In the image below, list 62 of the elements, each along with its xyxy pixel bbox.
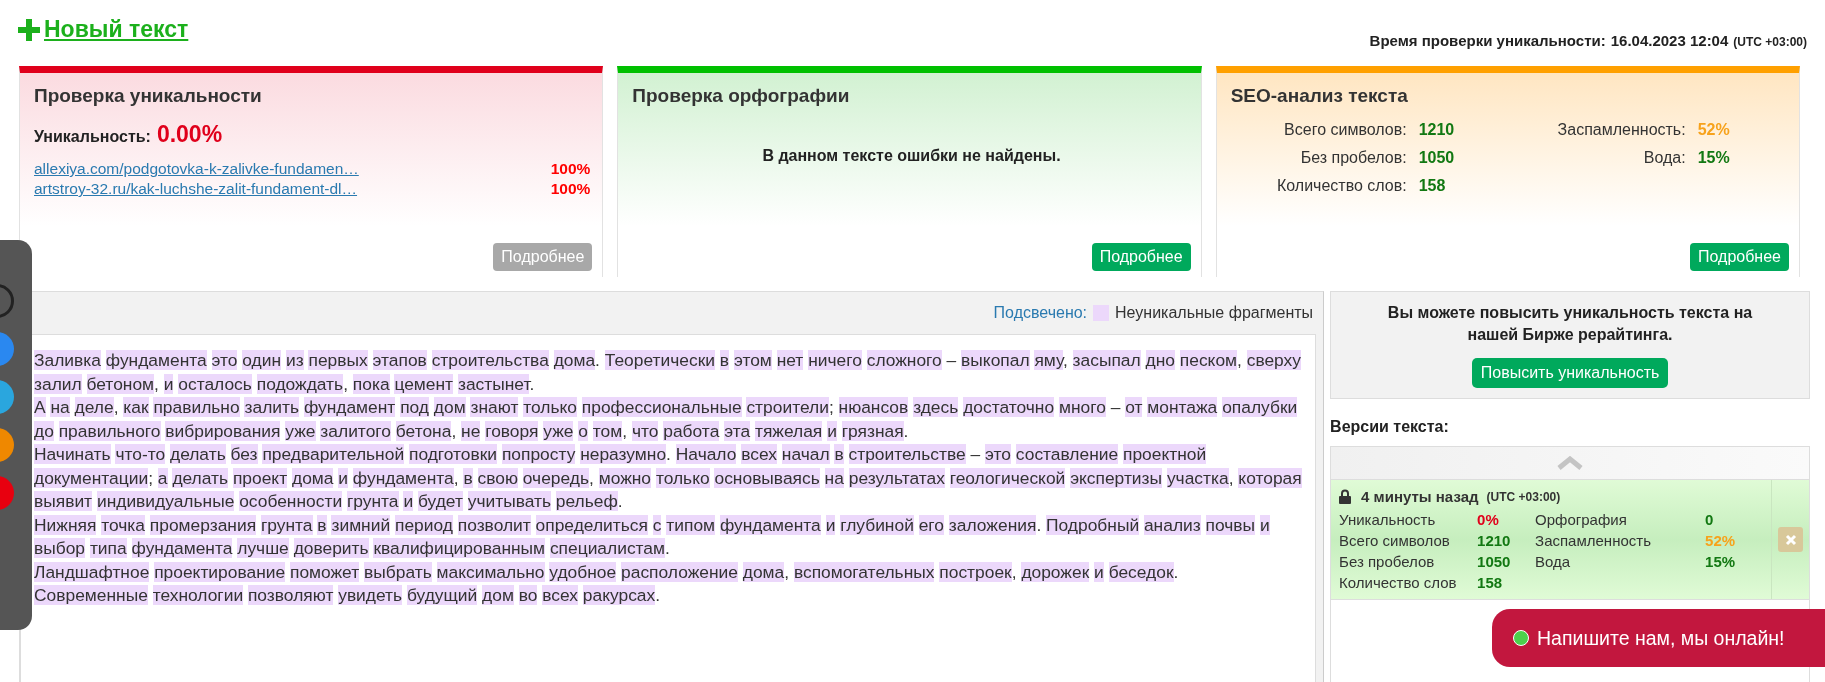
- legend-label: Подсвечено:: [993, 304, 1088, 322]
- text-paragraph: Заливка фундамента это один из первых этапов строительства дома. Теоретически в этом нет ничего сложного – выкопал яму, засыпал дно песком, сверху залил бетоном, и осталось подождать, пока цемент застынет.: [34, 349, 1302, 396]
- stat-label: Уникальность: [1339, 511, 1437, 528]
- timezone-label: (UTC +03:00): [1486, 489, 1561, 504]
- metric-label: Заспамленность:: [1556, 121, 1686, 139]
- stat-value: 15%: [1705, 553, 1737, 570]
- score-value: 0.00%: [156, 121, 223, 148]
- versions-title: Версии текста:: [1330, 418, 1450, 436]
- plus-icon: [18, 18, 40, 41]
- new-text-link[interactable]: Новый текст: [18, 16, 189, 43]
- stat-value: 0: [1705, 511, 1715, 528]
- delete-button[interactable]: [1778, 527, 1803, 552]
- scroll-up-button[interactable]: [1331, 447, 1809, 480]
- stat-value: 0%: [1477, 511, 1500, 528]
- metric-value: 1210: [1418, 121, 1456, 139]
- promo-text: Вы можете повысить уникальность текста на нашей Бирже рерайтинга.: [1386, 303, 1754, 345]
- source-link[interactable]: allexiya.com/podgotovka-k-zalivke-fundamen…: [34, 160, 359, 178]
- source-link[interactable]: artstroy-32.ru/kak-luchshe-zalit-fundament-dl…: [34, 180, 358, 198]
- stat-value: 1050: [1477, 553, 1512, 570]
- card-title: Проверка орфографии: [632, 85, 850, 107]
- lock-icon: [1339, 489, 1352, 504]
- metric-value: 15%: [1697, 149, 1731, 167]
- legend-text: Неуникальные фрагменты: [1115, 304, 1314, 322]
- stat-value: 1210: [1477, 532, 1512, 549]
- details-button[interactable]: Подробнее: [1690, 243, 1789, 271]
- stat-label: Количество слов: [1339, 574, 1458, 591]
- score-label: Уникальность:: [34, 128, 151, 146]
- chat-button[interactable]: Напишите нам, мы онлайн!: [1492, 609, 1825, 667]
- metric-value: 52%: [1697, 121, 1731, 139]
- text-paragraph: Современные технологии позволяют увидеть будущий дом во всех ракурсах.: [34, 584, 662, 607]
- stat-value: 158: [1477, 574, 1504, 591]
- stat-label: Орфография: [1535, 511, 1628, 528]
- metric-label: Всего символов:: [1283, 121, 1407, 139]
- chevron-up-icon: [1557, 456, 1584, 470]
- spelling-message: В данном тексте ошибки не найдены.: [761, 147, 1062, 165]
- version-time: 4 минуты назад: [1361, 488, 1479, 505]
- text-paragraph: Ландшафтное проектирование поможет выбрать максимально удобное расположение дома, вспомогательных построек, дорожек и беседок.: [34, 560, 1180, 584]
- text-paragraph: Нижняя точка промерзания грунта в зимний период позволит определиться с типом фундамента и глубиной его заложения. Подробный анализ почвы и выбор типа фундамента лучше доверить квалифицированным специалистам.: [34, 513, 1271, 560]
- raise-uniqueness-button[interactable]: Повысить уникальность: [1471, 358, 1669, 388]
- metric-label: Без пробелов:: [1299, 149, 1407, 167]
- highlight-swatch: [1093, 305, 1110, 321]
- metric-value: 158: [1418, 177, 1447, 195]
- text-paragraph: А на деле, как правильно залить фундамент под дом знают только профессиональные строители; нюансов здесь достаточно много – от монтажа опалубки до правильного вибрирования уже залитого бетона, не говоря уже о том, что работа эта тяжелая и грязная.: [34, 396, 1299, 443]
- stat-label: Всего символов: [1339, 532, 1451, 549]
- stat-label: Без пробелов: [1339, 553, 1436, 570]
- stat-value: 52%: [1705, 532, 1737, 549]
- stat-label: Заспамленность: [1535, 532, 1652, 549]
- timezone-label: (UTC +03:00): [1733, 35, 1807, 49]
- card-title: Проверка уникальности: [34, 85, 262, 107]
- card-title: SEO-анализ текста: [1230, 85, 1408, 107]
- match-percent: 100%: [550, 160, 591, 178]
- check-time-label: Время проверки уникальности:: [1369, 32, 1606, 49]
- metric-label: Вода:: [1642, 149, 1686, 167]
- check-time: 16.04.2023 12:04: [1610, 32, 1729, 49]
- stat-label: Вода: [1535, 553, 1572, 570]
- close-icon: [1784, 533, 1797, 546]
- text-paragraph: Начинать что-то делать без предварительной подготовки попросту неразумно. Начало всех начал в строительстве – это составление проектной документации; а делать проект дома и фундамента, в свою очередь, можно только основываясь на результатах геологической экспертизы участка, которая выявит индивидуальные особенности грунта и будет учитывать рельеф.: [34, 443, 1303, 513]
- version-item[interactable]: 4 минуты назад (UTC +03:00) Уникальность 0% Орфография 0 Всего символов 1210 Заспамленность 52% Без пробелов 1050 Вода 15% Количество слов 158: [1331, 480, 1809, 600]
- details-button[interactable]: Подробнее: [1091, 243, 1191, 271]
- metric-value: 1050: [1418, 149, 1456, 167]
- metric-label: Количество слов:: [1275, 177, 1407, 195]
- match-percent: 100%: [550, 180, 591, 198]
